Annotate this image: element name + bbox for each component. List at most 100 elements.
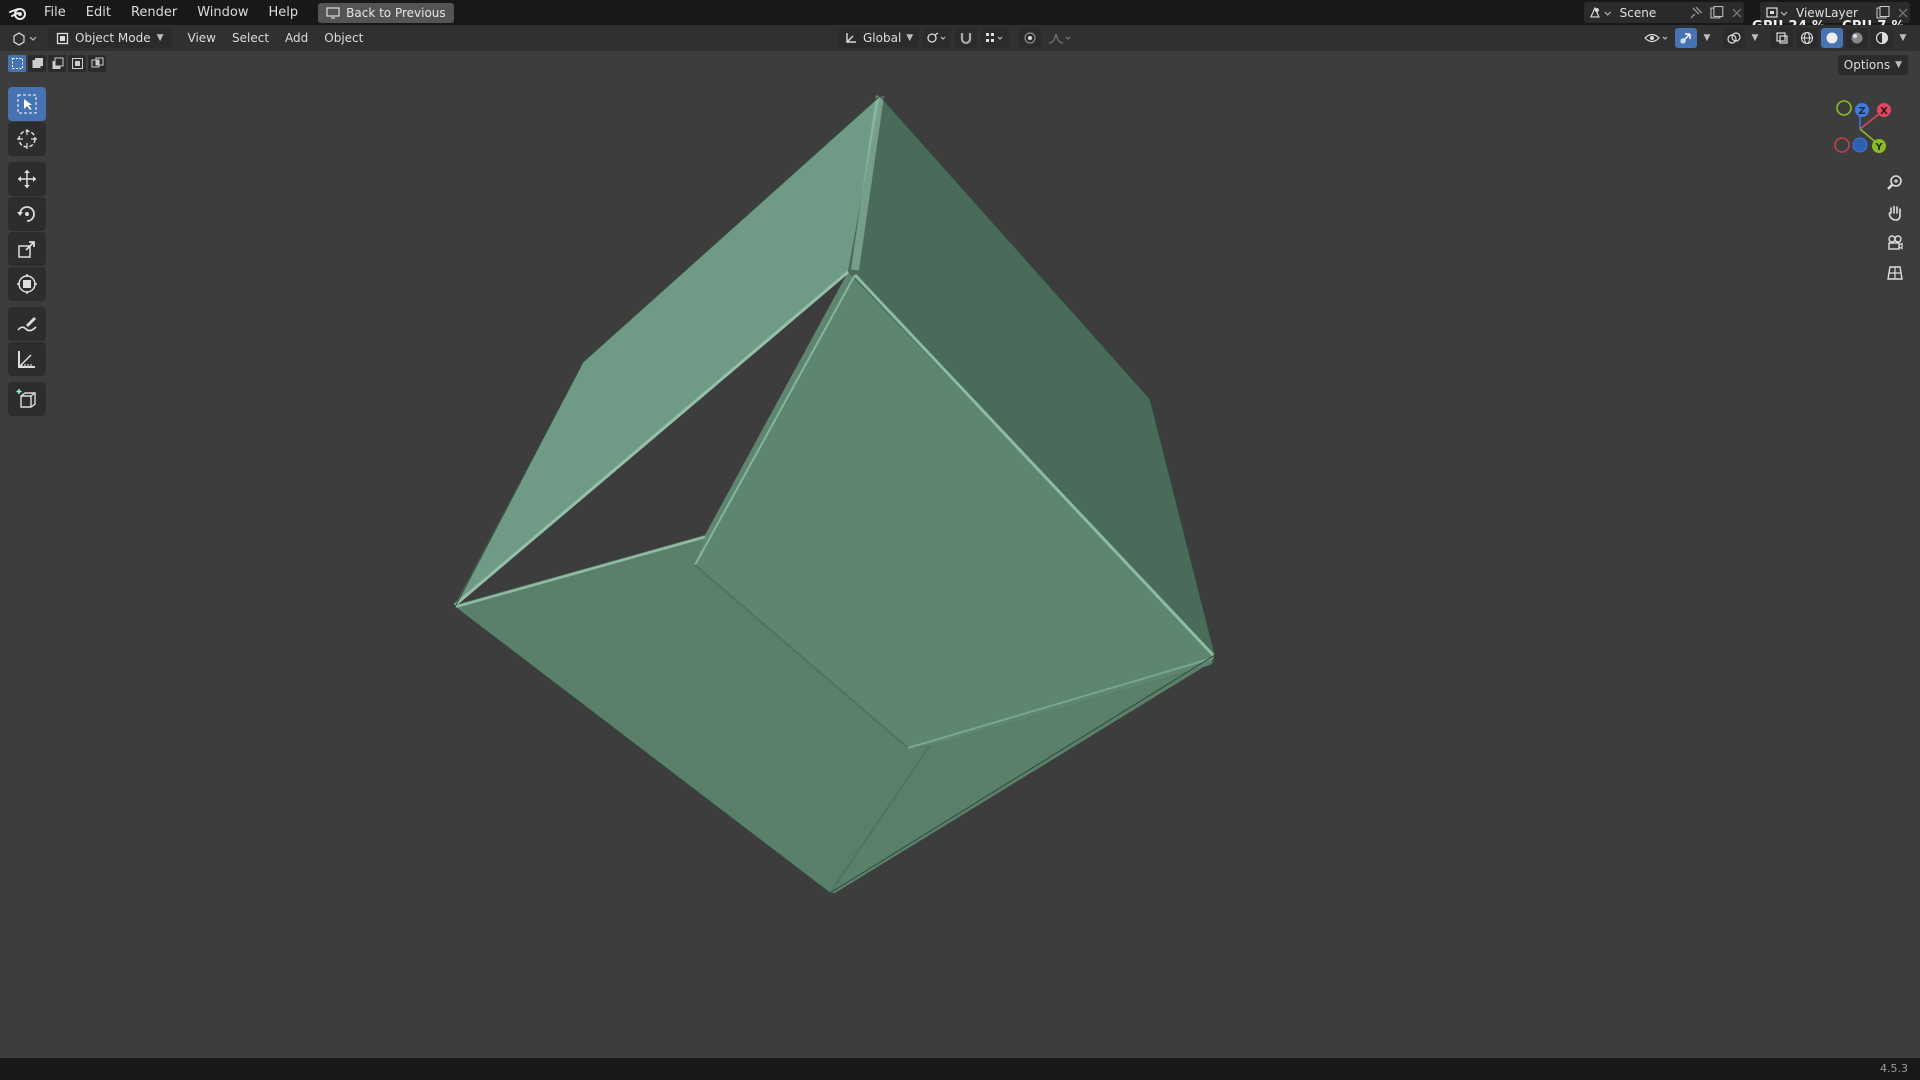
screen-icon xyxy=(326,6,340,19)
menu-render[interactable]: Render xyxy=(121,0,187,25)
tool-cursor[interactable] xyxy=(8,122,46,156)
gizmo-dropdown[interactable]: ▼ xyxy=(1700,28,1714,48)
overlays-toggle[interactable] xyxy=(1723,28,1745,48)
editor-type-selector[interactable] xyxy=(8,28,42,48)
select-box-icon xyxy=(17,94,37,114)
close-view-layer-icon[interactable] xyxy=(1896,6,1910,20)
header-menu-select[interactable]: Select xyxy=(224,25,277,51)
gizmo-toggle[interactable] xyxy=(1675,28,1697,48)
new-view-layer-icon[interactable] xyxy=(1874,5,1892,20)
chevron-down-icon: ▼ xyxy=(1895,60,1902,70)
object-mode-icon xyxy=(56,32,69,44)
tool-transform[interactable] xyxy=(8,267,46,301)
shading-solid-button[interactable] xyxy=(1821,28,1843,48)
falloff-curve-icon xyxy=(1049,33,1071,44)
scale-icon xyxy=(18,241,35,258)
visibility-dropdown[interactable] xyxy=(1642,28,1672,48)
add-cube-icon xyxy=(16,389,36,408)
options-label: Options xyxy=(1843,58,1891,72)
blender-logo-icon[interactable] xyxy=(8,3,28,23)
back-to-previous-button[interactable]: Back to Previous xyxy=(318,2,454,23)
gizmo-y-label: Y xyxy=(1874,142,1883,153)
3d-viewport-icon xyxy=(13,32,37,46)
xray-icon xyxy=(1776,32,1788,44)
rendered-sphere-icon xyxy=(1875,31,1889,45)
shading-dropdown[interactable]: ▼ xyxy=(1896,28,1910,48)
select-subtract-button[interactable] xyxy=(48,55,66,72)
tool-measure[interactable] xyxy=(8,342,46,376)
perspective-toggle-button[interactable] xyxy=(1882,260,1908,286)
chevron-down-icon: ▼ xyxy=(1899,33,1907,43)
new-scene-icon[interactable] xyxy=(1708,5,1726,20)
header-menu-view[interactable]: View xyxy=(180,25,224,51)
menu-window[interactable]: Window xyxy=(187,0,258,25)
chevron-down-icon: ▼ xyxy=(1703,33,1711,43)
object-mode-label: Object Mode xyxy=(75,31,151,45)
select-intersect-button[interactable] xyxy=(88,55,106,72)
shading-wireframe-button[interactable] xyxy=(1796,28,1818,48)
select-invert-button[interactable] xyxy=(68,55,86,72)
pivot-point-dropdown[interactable] xyxy=(923,28,952,48)
viewport-canvas[interactable] xyxy=(0,51,1920,1058)
header-menu-add[interactable]: Add xyxy=(277,25,316,51)
select-intersect-icon xyxy=(91,57,103,68)
shading-rendered-button[interactable] xyxy=(1871,28,1893,48)
gizmo-neg-z[interactable] xyxy=(1852,137,1868,153)
select-extend-button[interactable] xyxy=(28,55,46,72)
back-to-previous-label: Back to Previous xyxy=(346,5,446,20)
gizmo-neg-x[interactable] xyxy=(1834,137,1850,153)
gizmo-icon xyxy=(1680,33,1691,44)
gizmo-neg-y[interactable] xyxy=(1836,100,1852,116)
scene-name[interactable]: Scene xyxy=(1620,6,1689,20)
object-mode-dropdown[interactable]: Object Mode ▼ xyxy=(48,28,172,48)
zoom-button[interactable] xyxy=(1882,170,1908,196)
beveled-cube[interactable] xyxy=(454,95,1216,894)
viewport-header: Object Mode ▼ View Select Add Object Glo… xyxy=(0,25,1920,51)
select-subtract-icon xyxy=(52,57,63,69)
menu-edit[interactable]: Edit xyxy=(76,0,121,25)
transform-orientation-label: Global xyxy=(863,31,902,45)
tool-select-box[interactable] xyxy=(8,87,46,121)
rotate-icon xyxy=(17,206,35,222)
tool-rotate[interactable] xyxy=(8,197,46,231)
gizmo-z-label: Z xyxy=(1858,106,1865,117)
select-new-button[interactable] xyxy=(8,55,26,72)
chevron-down-icon: ▼ xyxy=(1751,33,1759,43)
shading-material-button[interactable] xyxy=(1846,28,1868,48)
select-invert-icon xyxy=(71,58,83,69)
hand-icon xyxy=(1888,205,1901,221)
overlays-icon xyxy=(1727,32,1741,44)
transform-orientation-dropdown[interactable]: Global ▼ xyxy=(838,28,920,48)
select-extend-icon xyxy=(32,58,43,68)
viewport-navigation xyxy=(1882,170,1908,286)
menu-help[interactable]: Help xyxy=(259,0,309,25)
material-sphere-icon xyxy=(1851,32,1863,44)
snap-toggle[interactable] xyxy=(955,28,978,48)
chevron-down-icon: ▼ xyxy=(906,33,914,43)
tool-shelf xyxy=(8,87,46,417)
tool-add-cube[interactable] xyxy=(8,382,46,416)
proportional-edit-icon xyxy=(1024,32,1036,44)
pan-button[interactable] xyxy=(1882,200,1908,226)
menu-file[interactable]: File xyxy=(34,0,76,25)
xray-toggle[interactable] xyxy=(1771,28,1793,48)
cursor-icon xyxy=(17,129,37,149)
magnet-icon xyxy=(961,33,972,45)
tool-scale[interactable] xyxy=(8,232,46,266)
view-layer-name[interactable]: ViewLayer xyxy=(1796,6,1874,20)
close-scene-icon[interactable] xyxy=(1730,6,1744,20)
measure-ruler-icon xyxy=(18,351,35,368)
overlays-dropdown[interactable]: ▼ xyxy=(1748,28,1762,48)
navigation-gizmo[interactable]: Z X Y xyxy=(1818,95,1898,165)
header-menu-object[interactable]: Object xyxy=(316,25,371,51)
scene-selector[interactable]: Scene xyxy=(1584,2,1744,23)
pin-icon[interactable] xyxy=(1689,6,1703,20)
camera-view-button[interactable] xyxy=(1882,230,1908,256)
proportional-falloff-dropdown[interactable] xyxy=(1045,28,1075,48)
options-dropdown[interactable]: Options ▼ xyxy=(1837,55,1908,75)
tool-move[interactable] xyxy=(8,162,46,196)
status-bar: 4.5.3 xyxy=(0,1058,1920,1080)
snap-target-dropdown[interactable] xyxy=(981,28,1010,48)
tool-annotate[interactable] xyxy=(8,307,46,341)
proportional-edit-toggle[interactable] xyxy=(1019,28,1042,48)
